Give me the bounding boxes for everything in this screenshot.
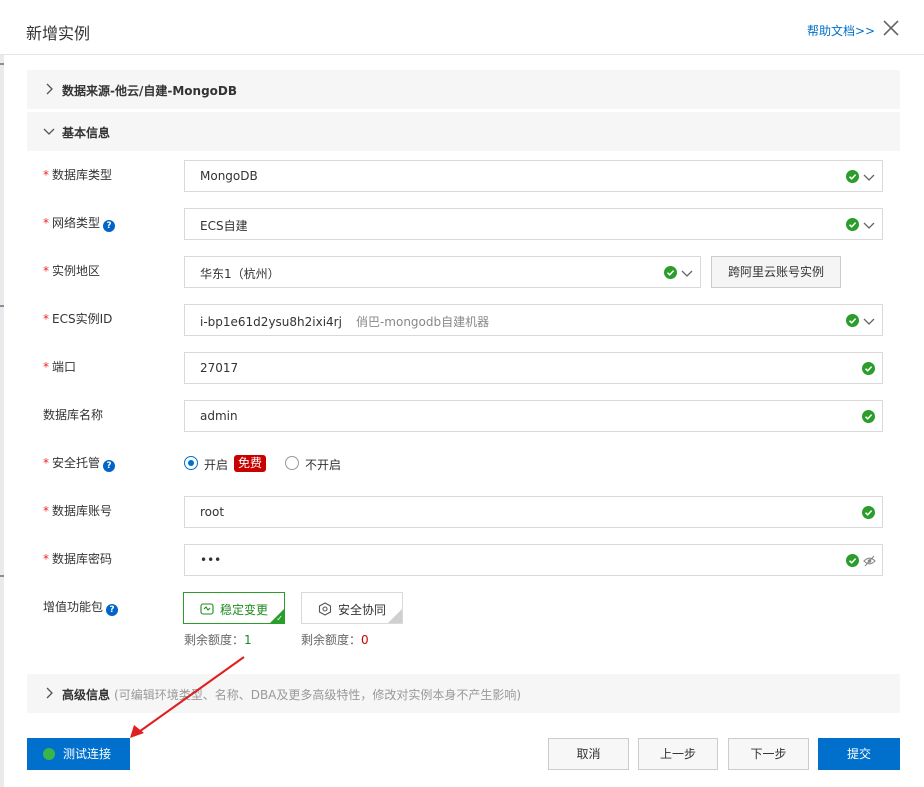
check-circle-icon <box>862 410 875 423</box>
check-circle-icon <box>846 218 859 231</box>
account-label: * 数据库账号 <box>43 504 113 518</box>
ecs-id-label: * ECS实例ID <box>43 312 113 326</box>
ecs-id-select[interactable]: i-bp1e61d2ysu8h2ixi4rj 俏巴-mongodb自建机器 <box>184 304 883 336</box>
security-collab-icon <box>318 602 332 616</box>
check-circle-icon <box>43 748 55 760</box>
port-label: * 端口 <box>43 360 77 374</box>
account-value: root <box>200 505 225 519</box>
db-type-value: MongoDB <box>200 169 258 183</box>
password-value: ••• <box>200 553 222 567</box>
network-type-select[interactable]: ECS自建 <box>184 208 883 240</box>
cross-account-instance-button[interactable]: 跨阿里云账号实例 <box>711 256 841 288</box>
region-select[interactable]: 华东1（杭州） <box>184 256 701 288</box>
security-on-radio[interactable] <box>184 456 198 470</box>
annotation-arrow <box>130 656 245 738</box>
ecs-id-value: i-bp1e61d2ysu8h2ixi4rj 俏巴-mongodb自建机器 <box>200 315 490 329</box>
prev-step-button[interactable]: 上一步 <box>638 738 718 770</box>
section-data-source-label: 数据来源-他云/自建-MongoDB <box>62 84 238 98</box>
addon-card-security-collab[interactable]: 安全协同 <box>301 592 403 624</box>
account-input[interactable]: root <box>184 496 883 528</box>
security-hosting-label: * 安全托管? <box>43 455 116 472</box>
db-type-select[interactable]: MongoDB <box>184 160 883 192</box>
help-icon[interactable]: ? <box>103 460 116 472</box>
password-input[interactable]: ••• <box>184 544 883 576</box>
addon-label: 增值功能包? <box>43 599 119 616</box>
dialog-title: 新增实例 <box>26 24 91 43</box>
chevron-down-icon <box>681 270 693 277</box>
help-doc-link[interactable]: 帮助文档>> <box>807 22 875 39</box>
check-circle-icon <box>862 362 875 375</box>
background-page-edge <box>0 55 4 787</box>
check-circle-icon <box>862 506 875 519</box>
ecs-id-hint: 俏巴-mongodb自建机器 <box>355 315 490 329</box>
network-type-value: ECS自建 <box>200 219 248 233</box>
addon-card-label: 稳定变更 <box>220 603 269 617</box>
stable-change-icon <box>200 603 214 615</box>
quota-security-collab: 剩余额度：0 <box>301 633 369 647</box>
db-name-label: 数据库名称 <box>43 408 104 422</box>
password-label: * 数据库密码 <box>43 552 113 566</box>
db-name-value: admin <box>200 409 238 423</box>
test-connection-label: 测试连接 <box>63 747 112 761</box>
section-basic-info[interactable]: 基本信息 <box>27 112 900 151</box>
free-badge: 免费 <box>234 455 267 472</box>
eye-hidden-icon[interactable] <box>863 555 876 567</box>
addon-card-label: 安全协同 <box>338 603 387 617</box>
close-icon[interactable] <box>882 19 900 37</box>
chevron-right-icon <box>46 687 53 699</box>
check-icon: ✓ <box>276 614 283 623</box>
section-basic-info-label: 基本信息 <box>62 126 111 140</box>
chevron-down-icon <box>863 222 875 229</box>
chevron-right-icon <box>46 83 53 95</box>
dialog-header: 新增实例 帮助文档>> <box>0 0 924 55</box>
check-circle-icon <box>664 266 677 279</box>
help-icon[interactable]: ? <box>103 220 116 232</box>
check-circle-icon <box>846 314 859 327</box>
check-circle-icon <box>846 170 859 183</box>
db-type-label: * 数据库类型 <box>43 168 113 182</box>
chevron-down-icon <box>43 128 55 135</box>
db-name-input[interactable]: admin <box>184 400 883 432</box>
cancel-button[interactable]: 取消 <box>548 738 629 770</box>
test-connection-button[interactable]: 测试连接 <box>27 738 130 770</box>
help-icon[interactable]: ? <box>106 604 119 616</box>
region-value: 华东1（杭州） <box>200 267 280 281</box>
network-type-label: * 网络类型? <box>43 215 116 232</box>
chevron-down-icon <box>863 174 875 181</box>
section-data-source[interactable]: 数据来源-他云/自建-MongoDB <box>27 70 900 109</box>
next-step-button[interactable]: 下一步 <box>728 738 809 770</box>
region-label: * 实例地区 <box>43 264 101 278</box>
quota-stable-change: 剩余额度：1 <box>184 633 252 647</box>
port-value: 27017 <box>200 361 239 375</box>
chevron-down-icon <box>863 318 875 325</box>
security-off-radio[interactable] <box>285 456 299 470</box>
security-off-label[interactable]: 不开启 <box>305 456 341 473</box>
check-circle-icon <box>846 554 859 567</box>
submit-button[interactable]: 提交 <box>818 738 900 770</box>
addon-card-stable-change[interactable]: 稳定变更 ✓ <box>183 592 285 624</box>
security-on-label[interactable]: 开启 <box>204 456 228 473</box>
port-input[interactable]: 27017 <box>184 352 883 384</box>
add-instance-dialog: 新增实例 帮助文档>> 数据来源-他云/自建-MongoDB 基本信息 * 数据库… <box>0 0 924 787</box>
